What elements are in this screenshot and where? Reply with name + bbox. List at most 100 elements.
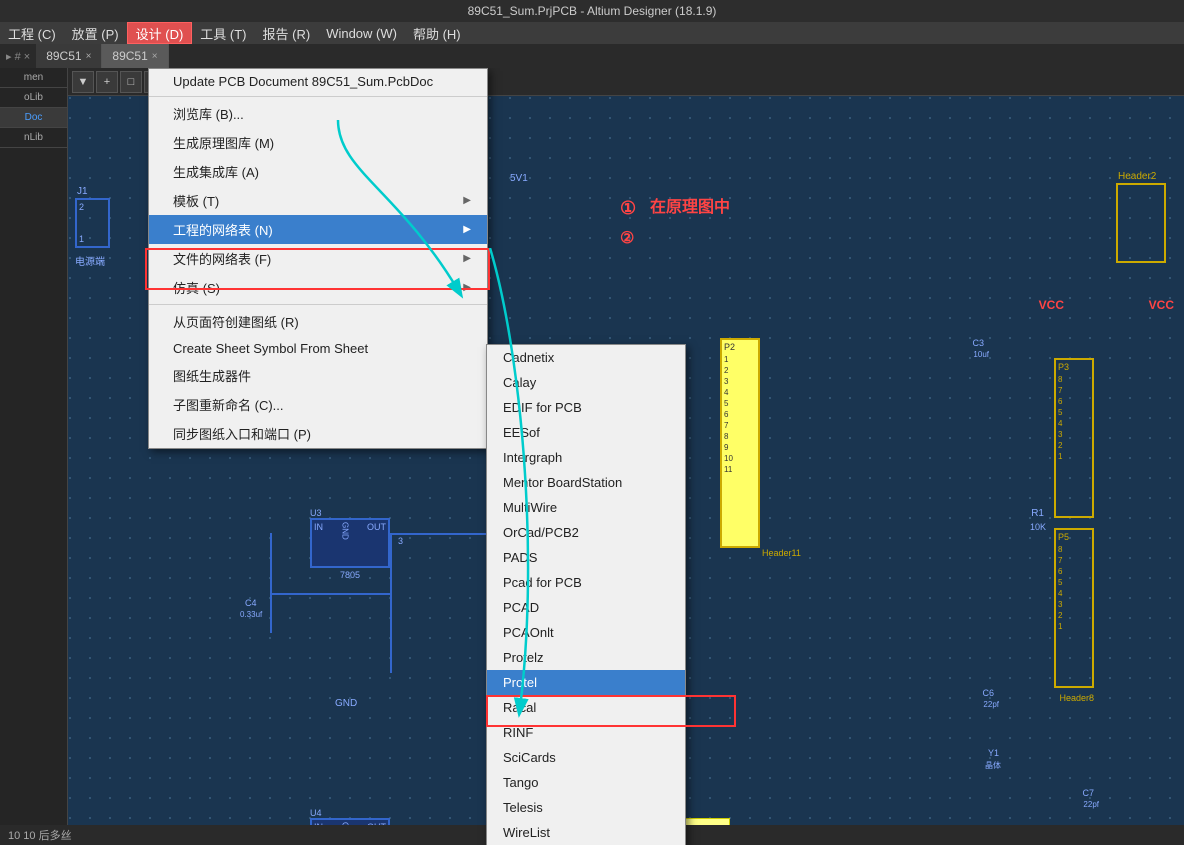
netmenu-rinf[interactable]: RINF [487,720,685,745]
u3-in: IN [314,522,323,540]
netmenu-scicards[interactable]: SciCards [487,745,685,770]
vcc-label-2: VCC [1149,298,1174,312]
netlist-arrow: ▶ [463,224,471,235]
p5-pin7: 7 [1056,555,1092,566]
netmenu-tango[interactable]: Tango [487,770,685,795]
u3-7805-label: 7805 [340,570,360,580]
menu-simulate[interactable]: 仿真 (S) ▶ [149,273,487,302]
tab-1-close[interactable]: × [86,51,92,62]
netmenu-pcad[interactable]: PCAD [487,595,685,620]
p2-pin5: 5 [722,398,758,409]
u3-gnd: GND [341,522,350,540]
circle-two: ② [620,228,634,248]
menu-sheet-gen[interactable]: 图纸生成器件 [149,361,487,390]
header2-component: Header2 [1116,183,1166,263]
netmenu-eesof[interactable]: EESof [487,420,685,445]
tab-1[interactable]: 89C51 × [36,44,102,68]
p3-pin7: 7 [1056,385,1092,396]
tab-2-close[interactable]: × [152,51,158,62]
wire-4 [270,593,390,595]
c3-value: 10uf [973,350,989,359]
p5-pin4: 4 [1056,588,1092,599]
gnd-label: GND [335,698,357,709]
menu-create-from-symbol[interactable]: 从页面符创建图纸 (R) [149,307,487,336]
p2-pin11: 11 [722,464,758,475]
p2-pin3: 3 [722,376,758,387]
netmenu-protelz[interactable]: Protelz [487,645,685,670]
sidebar-tab-nlib[interactable]: nLib [0,128,67,148]
simulate-arrow: ▶ [463,282,471,293]
p5-pin5: 5 [1056,577,1092,588]
j1-component: J1 2 1 [75,198,110,248]
menu-file-netlist[interactable]: 文件的网络表 (F) ▶ [149,244,487,273]
u3-label: U3 [310,508,322,518]
netmenu-cadnetix[interactable]: Cadnetix [487,345,685,370]
annotation-label-zyt: 在原理图中 [650,193,730,217]
p2-pin6: 6 [722,409,758,420]
menu-template[interactable]: 模板 (T) ▶ [149,186,487,215]
title-text: 89C51_Sum.PrjPCB - Altium Designer (18.1… [468,4,717,18]
power-source-label: 电源端 [75,253,105,268]
y1-value: 晶体 [985,760,1001,771]
circle-one: ① [620,198,636,219]
netmenu-wirelist[interactable]: WireList [487,820,685,845]
menu-gen-intlib[interactable]: 生成集成库 (A) [149,157,487,186]
netmenu-mentor[interactable]: Mentor BoardStation [487,470,685,495]
menu-browse-lib[interactable]: 浏览库 (B)... [149,99,487,128]
sidebar-tab-men[interactable]: men [0,68,67,88]
tab-2[interactable]: 89C51 × [102,44,168,68]
c4-label: C4 [245,598,257,608]
title-bar: 89C51_Sum.PrjPCB - Altium Designer (18.1… [0,0,1184,22]
r1-value: 10K [1030,522,1046,532]
toolbar-filter[interactable]: ▼ [72,71,94,93]
netmenu-telesis[interactable]: Telesis [487,795,685,820]
c4-value: 0.33uf [240,610,262,619]
u3-out: OUT [367,522,386,540]
header8-label: Header8 [1059,693,1094,703]
menu-sync-sheet[interactable]: 同步图纸入口和端口 (P) [149,419,487,448]
menu-gen-schlib[interactable]: 生成原理图库 (M) [149,128,487,157]
netmenu-pcad-pcb[interactable]: Pcad for PCB [487,570,685,595]
netmenu-orcad[interactable]: OrCad/PCB2 [487,520,685,545]
p5-pin1: 1 [1056,621,1092,632]
netmenu-edif[interactable]: EDIF for PCB [487,395,685,420]
netmenu-multiwire[interactable]: MultiWire [487,495,685,520]
menu-place[interactable]: 放置 (P) [64,22,127,44]
netmenu-pads[interactable]: PADS [487,545,685,570]
file-netlist-arrow: ▶ [463,253,471,264]
p3-pin8: 8 [1056,374,1092,385]
left-sidebar: men oLib Doc nLib [0,68,68,845]
netmenu-intergraph[interactable]: Intergraph [487,445,685,470]
p2-pin8: 8 [722,431,758,442]
menu-rename-sub[interactable]: 子图重新命名 (C)... [149,390,487,419]
sidebar-tab-doc[interactable]: Doc [0,108,67,128]
p5-label: P5 [1056,530,1092,544]
menu-update-pcb[interactable]: Update PCB Document 89C51_Sum.PcbDoc [149,69,487,94]
status-text: 10 10 后多丝 [8,827,72,843]
c3-label: C3 [972,338,984,348]
menu-design[interactable]: 设计 (D) [127,22,193,44]
netmenu-pcaonlt[interactable]: PCAOnlt [487,620,685,645]
menu-sep-1 [149,96,487,97]
netmenu-racal[interactable]: Racal [487,695,685,720]
menu-project[interactable]: 工程 (C) [0,22,64,44]
netmenu-protel[interactable]: Protel [487,670,685,695]
p2-pin10: 10 [722,453,758,464]
u3-pin3: 3 [398,536,403,546]
p5-pin8: 8 [1056,544,1092,555]
toolbar-add[interactable]: + [96,71,118,93]
menu-tools[interactable]: 工具 (T) [192,22,254,44]
menu-help[interactable]: 帮助 (H) [405,22,469,44]
menu-create-sheet-symbol[interactable]: Create Sheet Symbol From Sheet [149,336,487,361]
menu-window[interactable]: Window (W) [318,22,405,44]
sidebar-tab-olib[interactable]: oLib [0,88,67,108]
p3-pin6: 6 [1056,396,1092,407]
p2-pin1: 1 [722,354,758,365]
tab-pin-icon: ▸ # × [0,50,36,63]
toolbar-rect[interactable]: □ [120,71,142,93]
netmenu-calay[interactable]: Calay [487,370,685,395]
menu-netlist[interactable]: 工程的网络表 (N) ▶ [149,215,487,244]
menu-report[interactable]: 报告 (R) [255,22,319,44]
p2-component: P2 1 2 3 4 5 6 7 8 9 10 11 [720,338,760,548]
p2-pin9: 9 [722,442,758,453]
